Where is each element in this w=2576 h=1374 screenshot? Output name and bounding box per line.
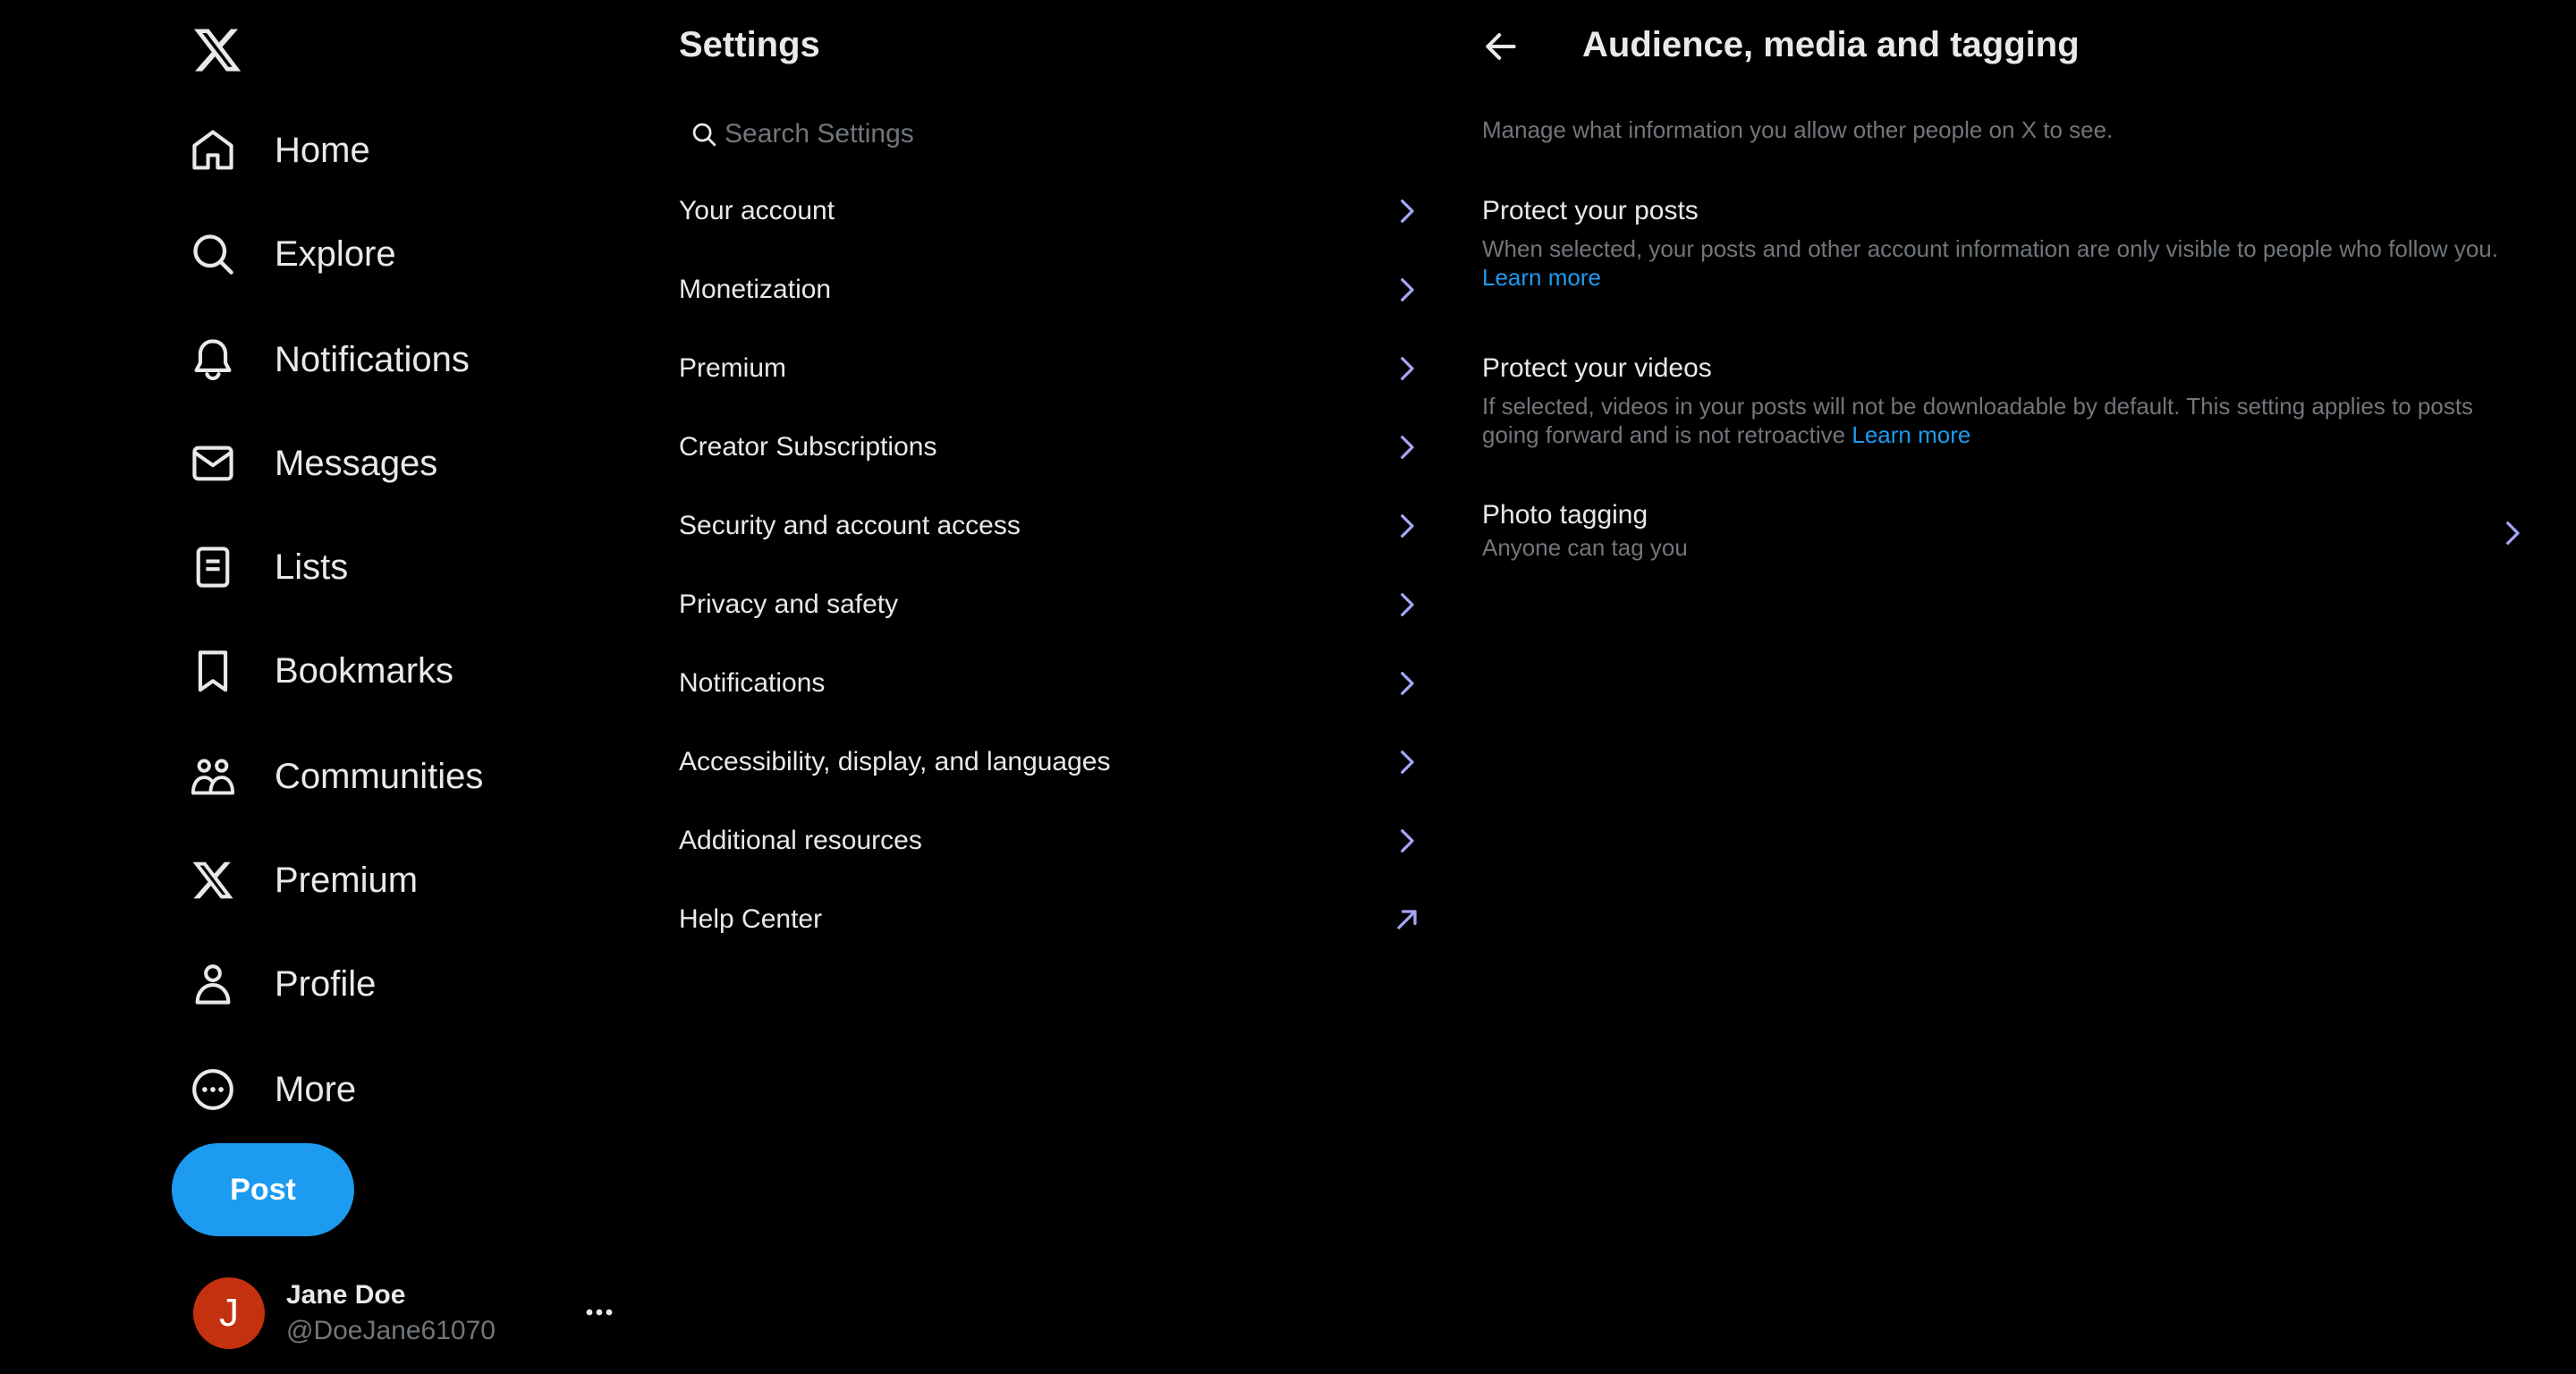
settings-item-help-center[interactable]: Help Center: [679, 880, 1425, 959]
settings-item-your-account[interactable]: Your account: [679, 172, 1425, 250]
protect-posts-title: Protect your posts: [1482, 196, 1699, 225]
envelope-icon: [188, 438, 238, 488]
nav-profile[interactable]: Profile: [188, 948, 376, 1020]
protect-posts-text: When selected, your posts and other acco…: [1482, 235, 2498, 262]
chevron-right-icon: [1391, 825, 1423, 857]
protect-posts-option[interactable]: Protect your posts When selected, your p…: [1482, 193, 2520, 292]
chevron-right-icon: [1391, 667, 1423, 700]
settings-item-accessibility[interactable]: Accessibility, display, and languages: [679, 723, 1425, 802]
nav-home[interactable]: Home: [188, 114, 370, 186]
nav-label-home: Home: [275, 130, 370, 170]
chevron-right-icon: [1391, 589, 1423, 621]
learn-more-link[interactable]: Learn more: [1482, 264, 1601, 291]
account-name: Jane Doe: [286, 1280, 406, 1310]
learn-more-link[interactable]: Learn more: [1852, 421, 1970, 448]
protect-videos-description: If selected, videos in your posts will n…: [1482, 392, 2520, 449]
settings-title: Settings: [679, 25, 820, 64]
nav-label-premium: Premium: [275, 860, 419, 900]
chevron-right-icon: [1391, 274, 1423, 306]
chevron-right-icon: [1391, 352, 1423, 385]
more-horizontal-icon[interactable]: [581, 1299, 617, 1326]
settings-item-label: Security and account access: [679, 511, 1021, 540]
settings-panel: Settings Your account Monetization Premi…: [644, 0, 1431, 1374]
settings-item-label: Accessibility, display, and languages: [679, 747, 1111, 776]
bell-icon: [188, 335, 238, 385]
chevron-right-icon: [2496, 517, 2529, 549]
photo-tagging-row[interactable]: Photo tagging Anyone can tag you: [1482, 497, 2530, 569]
nav-explore[interactable]: Explore: [188, 218, 396, 290]
settings-item-label: Privacy and safety: [679, 589, 899, 619]
nav-label-lists: Lists: [275, 547, 349, 587]
search-icon: [188, 229, 238, 279]
settings-item-label: Monetization: [679, 275, 832, 304]
settings-item-monetization[interactable]: Monetization: [679, 250, 1425, 329]
settings-item-label: Additional resources: [679, 826, 922, 855]
nav-communities[interactable]: Communities: [188, 741, 483, 812]
nav-label-profile: Profile: [275, 963, 377, 1004]
list-icon: [188, 542, 238, 592]
nav-more[interactable]: More: [188, 1054, 356, 1125]
avatar: J: [193, 1277, 265, 1349]
chevron-right-icon: [1391, 195, 1423, 227]
settings-item-premium[interactable]: Premium: [679, 329, 1425, 408]
settings-item-label: Notifications: [679, 668, 826, 698]
left-navigation: Home Explore Notifications Messages List…: [0, 0, 644, 1374]
search-input[interactable]: [723, 118, 1352, 150]
more-circle-icon: [188, 1064, 238, 1115]
protect-videos-text: If selected, videos in your posts will n…: [1482, 393, 2474, 448]
page-description: Manage what information you allow other …: [1482, 116, 2114, 143]
nav-bookmarks[interactable]: Bookmarks: [188, 635, 453, 707]
external-link-icon: [1391, 903, 1423, 936]
protect-videos-title: Protect your videos: [1482, 353, 1712, 383]
settings-item-label: Creator Subscriptions: [679, 432, 937, 462]
x-logo-icon: [188, 855, 238, 905]
nav-lists[interactable]: Lists: [188, 531, 348, 603]
nav-label-more: More: [275, 1069, 357, 1109]
nav-label-explore: Explore: [275, 233, 396, 274]
settings-item-notifications[interactable]: Notifications: [679, 644, 1425, 723]
communities-icon: [188, 751, 238, 802]
photo-tagging-title: Photo tagging: [1482, 500, 1648, 530]
settings-item-label: Help Center: [679, 904, 823, 934]
nav-premium[interactable]: Premium: [188, 844, 418, 916]
chevron-right-icon: [1391, 431, 1423, 463]
post-button[interactable]: Post: [172, 1143, 354, 1236]
bookmark-icon: [188, 646, 238, 696]
nav-label-bookmarks: Bookmarks: [275, 650, 454, 691]
page-title: Audience, media and tagging: [1582, 25, 2080, 64]
home-icon: [188, 125, 238, 175]
x-logo-icon[interactable]: [191, 24, 243, 76]
account-handle: @DoeJane61070: [286, 1316, 496, 1345]
photo-tagging-subtitle: Anyone can tag you: [1482, 534, 1688, 561]
protect-posts-description: When selected, your posts and other acco…: [1482, 234, 2520, 292]
settings-item-security[interactable]: Security and account access: [679, 487, 1425, 565]
settings-item-creator-subscriptions[interactable]: Creator Subscriptions: [679, 408, 1425, 487]
detail-panel: Audience, media and tagging Manage what …: [1431, 0, 2576, 1374]
nav-label-messages: Messages: [275, 443, 438, 483]
search-settings[interactable]: [691, 113, 1370, 156]
settings-item-additional-resources[interactable]: Additional resources: [679, 802, 1425, 880]
account-switcher[interactable]: J Jane Doe @DoeJane61070: [193, 1276, 623, 1351]
search-icon: [691, 121, 717, 148]
back-arrow-icon[interactable]: [1481, 27, 1521, 66]
chevron-right-icon: [1391, 510, 1423, 542]
settings-item-label: Your account: [679, 196, 835, 225]
nav-notifications[interactable]: Notifications: [188, 324, 470, 395]
nav-label-communities: Communities: [275, 756, 484, 796]
protect-videos-option[interactable]: Protect your videos If selected, videos …: [1482, 351, 2520, 449]
settings-item-privacy[interactable]: Privacy and safety: [679, 565, 1425, 644]
nav-label-notifications: Notifications: [275, 339, 470, 379]
person-icon: [188, 959, 238, 1009]
settings-item-label: Premium: [679, 353, 787, 383]
nav-messages[interactable]: Messages: [188, 428, 437, 499]
chevron-right-icon: [1391, 746, 1423, 778]
account-info: Jane Doe @DoeJane61070: [286, 1277, 496, 1349]
